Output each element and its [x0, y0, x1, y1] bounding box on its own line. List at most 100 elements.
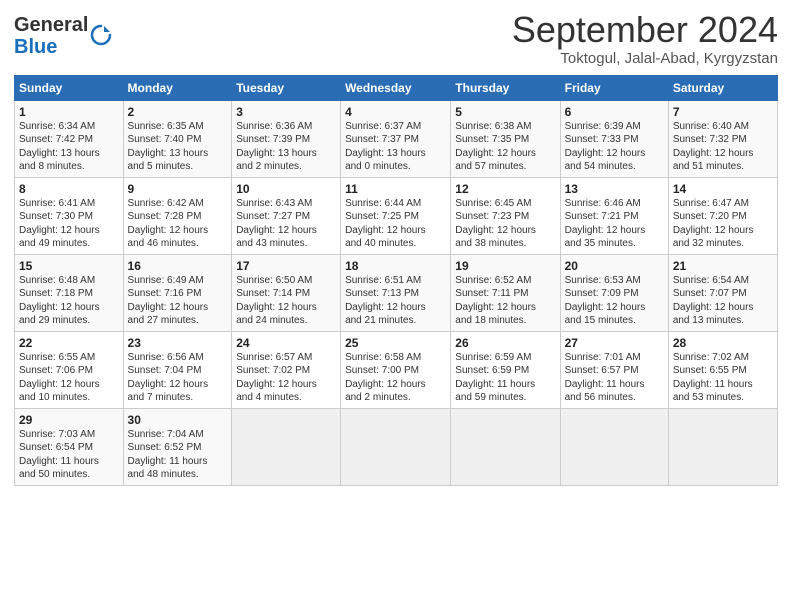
day-info: Sunrise: 6:45 AMSunset: 7:23 PMDaylight:…: [455, 197, 555, 251]
day-number: 24: [236, 336, 336, 350]
day-info: Sunrise: 6:48 AMSunset: 7:18 PMDaylight:…: [19, 274, 119, 328]
table-cell: 8Sunrise: 6:41 AMSunset: 7:30 PMDaylight…: [15, 177, 124, 254]
logo-text: GeneralBlue: [14, 14, 88, 58]
title-block: September 2024 Toktogul, Jalal-Abad, Kyr…: [512, 10, 778, 67]
day-number: 18: [345, 259, 446, 273]
table-cell: 7Sunrise: 6:40 AMSunset: 7:32 PMDaylight…: [668, 100, 777, 177]
day-number: 15: [19, 259, 119, 273]
table-cell: [451, 408, 560, 485]
day-number: 11: [345, 182, 446, 196]
logo-blue: Blue: [14, 36, 57, 58]
table-cell: 1Sunrise: 6:34 AMSunset: 7:42 PMDaylight…: [15, 100, 124, 177]
table-cell: 29Sunrise: 7:03 AMSunset: 6:54 PMDayligh…: [15, 408, 124, 485]
day-info: Sunrise: 6:35 AMSunset: 7:40 PMDaylight:…: [128, 120, 228, 174]
day-info: Sunrise: 7:01 AMSunset: 6:57 PMDaylight:…: [565, 351, 664, 405]
day-number: 26: [455, 336, 555, 350]
col-tuesday: Tuesday: [232, 75, 341, 100]
table-cell: 15Sunrise: 6:48 AMSunset: 7:18 PMDayligh…: [15, 254, 124, 331]
day-info: Sunrise: 7:03 AMSunset: 6:54 PMDaylight:…: [19, 428, 119, 482]
day-info: Sunrise: 6:43 AMSunset: 7:27 PMDaylight:…: [236, 197, 336, 251]
day-number: 3: [236, 105, 336, 119]
logo-general: General: [14, 14, 88, 36]
table-cell: 9Sunrise: 6:42 AMSunset: 7:28 PMDaylight…: [123, 177, 232, 254]
day-info: Sunrise: 6:49 AMSunset: 7:16 PMDaylight:…: [128, 274, 228, 328]
logo: GeneralBlue: [14, 14, 112, 58]
logo-icon: [90, 24, 112, 46]
day-info: Sunrise: 6:55 AMSunset: 7:06 PMDaylight:…: [19, 351, 119, 405]
day-info: Sunrise: 6:38 AMSunset: 7:35 PMDaylight:…: [455, 120, 555, 174]
table-cell: 23Sunrise: 6:56 AMSunset: 7:04 PMDayligh…: [123, 331, 232, 408]
day-number: 23: [128, 336, 228, 350]
header: GeneralBlue September 2024 Toktogul, Jal…: [14, 10, 778, 67]
day-number: 30: [128, 413, 228, 427]
calendar-body: 1Sunrise: 6:34 AMSunset: 7:42 PMDaylight…: [15, 100, 778, 485]
table-cell: 17Sunrise: 6:50 AMSunset: 7:14 PMDayligh…: [232, 254, 341, 331]
table-cell: 27Sunrise: 7:01 AMSunset: 6:57 PMDayligh…: [560, 331, 668, 408]
day-number: 9: [128, 182, 228, 196]
table-cell: [341, 408, 451, 485]
day-info: Sunrise: 6:40 AMSunset: 7:32 PMDaylight:…: [673, 120, 773, 174]
day-number: 17: [236, 259, 336, 273]
day-info: Sunrise: 6:54 AMSunset: 7:07 PMDaylight:…: [673, 274, 773, 328]
location: Toktogul, Jalal-Abad, Kyrgyzstan: [512, 50, 778, 67]
week-row-4: 22Sunrise: 6:55 AMSunset: 7:06 PMDayligh…: [15, 331, 778, 408]
day-number: 16: [128, 259, 228, 273]
table-cell: [232, 408, 341, 485]
week-row-5: 29Sunrise: 7:03 AMSunset: 6:54 PMDayligh…: [15, 408, 778, 485]
day-info: Sunrise: 6:44 AMSunset: 7:25 PMDaylight:…: [345, 197, 446, 251]
day-info: Sunrise: 6:42 AMSunset: 7:28 PMDaylight:…: [128, 197, 228, 251]
table-cell: 26Sunrise: 6:59 AMSunset: 6:59 PMDayligh…: [451, 331, 560, 408]
col-wednesday: Wednesday: [341, 75, 451, 100]
day-info: Sunrise: 6:46 AMSunset: 7:21 PMDaylight:…: [565, 197, 664, 251]
day-info: Sunrise: 6:39 AMSunset: 7:33 PMDaylight:…: [565, 120, 664, 174]
table-cell: 3Sunrise: 6:36 AMSunset: 7:39 PMDaylight…: [232, 100, 341, 177]
table-cell: 19Sunrise: 6:52 AMSunset: 7:11 PMDayligh…: [451, 254, 560, 331]
day-info: Sunrise: 6:56 AMSunset: 7:04 PMDaylight:…: [128, 351, 228, 405]
day-number: 2: [128, 105, 228, 119]
day-number: 10: [236, 182, 336, 196]
day-info: Sunrise: 6:50 AMSunset: 7:14 PMDaylight:…: [236, 274, 336, 328]
week-row-1: 1Sunrise: 6:34 AMSunset: 7:42 PMDaylight…: [15, 100, 778, 177]
table-cell: 11Sunrise: 6:44 AMSunset: 7:25 PMDayligh…: [341, 177, 451, 254]
day-number: 29: [19, 413, 119, 427]
day-number: 21: [673, 259, 773, 273]
table-cell: 30Sunrise: 7:04 AMSunset: 6:52 PMDayligh…: [123, 408, 232, 485]
day-number: 7: [673, 105, 773, 119]
day-number: 1: [19, 105, 119, 119]
day-number: 14: [673, 182, 773, 196]
table-cell: [668, 408, 777, 485]
table-cell: 16Sunrise: 6:49 AMSunset: 7:16 PMDayligh…: [123, 254, 232, 331]
day-info: Sunrise: 6:52 AMSunset: 7:11 PMDaylight:…: [455, 274, 555, 328]
week-row-3: 15Sunrise: 6:48 AMSunset: 7:18 PMDayligh…: [15, 254, 778, 331]
day-number: 6: [565, 105, 664, 119]
day-info: Sunrise: 6:59 AMSunset: 6:59 PMDaylight:…: [455, 351, 555, 405]
day-number: 27: [565, 336, 664, 350]
day-number: 19: [455, 259, 555, 273]
table-cell: [560, 408, 668, 485]
main-container: GeneralBlue September 2024 Toktogul, Jal…: [0, 0, 792, 496]
col-saturday: Saturday: [668, 75, 777, 100]
day-number: 25: [345, 336, 446, 350]
day-info: Sunrise: 6:47 AMSunset: 7:20 PMDaylight:…: [673, 197, 773, 251]
day-number: 20: [565, 259, 664, 273]
day-number: 28: [673, 336, 773, 350]
table-cell: 28Sunrise: 7:02 AMSunset: 6:55 PMDayligh…: [668, 331, 777, 408]
day-info: Sunrise: 7:04 AMSunset: 6:52 PMDaylight:…: [128, 428, 228, 482]
day-number: 5: [455, 105, 555, 119]
day-number: 4: [345, 105, 446, 119]
table-cell: 10Sunrise: 6:43 AMSunset: 7:27 PMDayligh…: [232, 177, 341, 254]
day-info: Sunrise: 6:51 AMSunset: 7:13 PMDaylight:…: [345, 274, 446, 328]
col-monday: Monday: [123, 75, 232, 100]
day-info: Sunrise: 6:37 AMSunset: 7:37 PMDaylight:…: [345, 120, 446, 174]
table-cell: 24Sunrise: 6:57 AMSunset: 7:02 PMDayligh…: [232, 331, 341, 408]
table-cell: 6Sunrise: 6:39 AMSunset: 7:33 PMDaylight…: [560, 100, 668, 177]
table-cell: 21Sunrise: 6:54 AMSunset: 7:07 PMDayligh…: [668, 254, 777, 331]
table-cell: 22Sunrise: 6:55 AMSunset: 7:06 PMDayligh…: [15, 331, 124, 408]
month-title: September 2024: [512, 10, 778, 50]
day-info: Sunrise: 7:02 AMSunset: 6:55 PMDaylight:…: [673, 351, 773, 405]
table-cell: 5Sunrise: 6:38 AMSunset: 7:35 PMDaylight…: [451, 100, 560, 177]
calendar-table: Sunday Monday Tuesday Wednesday Thursday…: [14, 75, 778, 486]
week-row-2: 8Sunrise: 6:41 AMSunset: 7:30 PMDaylight…: [15, 177, 778, 254]
day-info: Sunrise: 6:53 AMSunset: 7:09 PMDaylight:…: [565, 274, 664, 328]
day-number: 12: [455, 182, 555, 196]
